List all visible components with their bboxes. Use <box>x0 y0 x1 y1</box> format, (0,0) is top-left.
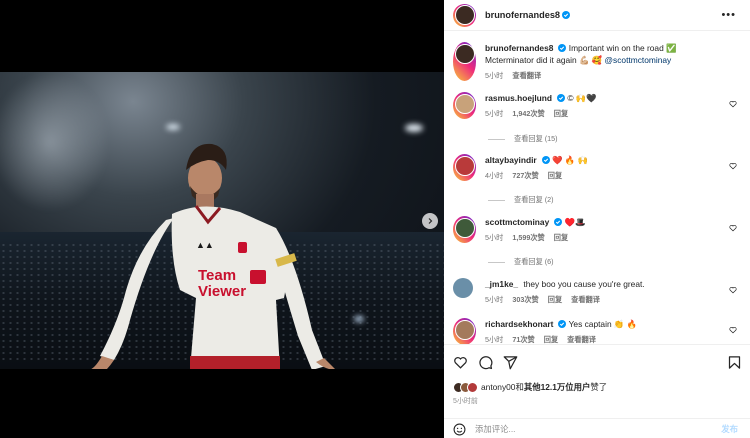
avatar[interactable] <box>454 319 475 340</box>
view-replies-toggle[interactable]: 查看回复 (2) <box>488 195 554 205</box>
view-replies-toggle[interactable]: 查看回复 (15) <box>488 134 558 144</box>
emoji-icon[interactable] <box>453 423 466 436</box>
avatar[interactable] <box>453 278 473 298</box>
post-caption: brunofernandes8 Important win on the roa… <box>453 42 743 81</box>
see-translation-link[interactable]: 查看翻译 <box>567 335 596 344</box>
reply-button[interactable]: 回复 <box>554 233 568 242</box>
comment-item: rasmus.hoejlund © 🙌🖤 5小时 1,942次赞 回复 <box>453 92 743 119</box>
player-figure: ▲▲ Team Viewer <box>91 143 335 369</box>
svg-text:Team: Team <box>198 267 236 284</box>
comment-username[interactable]: richardsekhonart <box>485 319 553 329</box>
post-media: ▲▲ Team Viewer <box>0 0 444 438</box>
comment-text: © 🙌🖤 <box>567 93 597 103</box>
comment-text: ♥️🎩 <box>564 217 586 227</box>
add-comment-bar: 发布 <box>444 418 750 438</box>
verified-badge-icon <box>557 94 566 102</box>
bookmark-icon[interactable] <box>727 355 742 370</box>
comment-username[interactable]: scottmctominay <box>485 217 549 227</box>
chevron-right-icon <box>428 218 433 224</box>
comment-username[interactable]: altaybayindir <box>485 155 537 165</box>
reply-line <box>488 138 505 140</box>
comment-icon[interactable] <box>478 355 493 370</box>
comment-item: _jm1ke_ they boo you cause you're great.… <box>453 278 743 305</box>
reply-line <box>488 261 505 263</box>
share-icon[interactable] <box>503 355 518 370</box>
svg-text:▲▲: ▲▲ <box>196 240 214 250</box>
see-translation-link[interactable]: 查看翻译 <box>512 71 541 80</box>
comment-username[interactable]: _jm1ke_ <box>485 279 518 289</box>
post-actions: antony00和其他12.1万位用户赞了 5小时前 发布 <box>444 344 750 438</box>
reply-button[interactable]: 回复 <box>554 109 568 118</box>
stadium-light <box>405 124 423 132</box>
comment-time[interactable]: 5小时 <box>485 109 503 118</box>
more-options-icon[interactable]: ••• <box>721 9 736 21</box>
verified-badge-icon <box>562 11 571 19</box>
avatar-ring[interactable] <box>453 3 476 27</box>
caption-username[interactable]: brunofernandes8 <box>485 43 553 53</box>
like-heart-icon[interactable] <box>453 355 468 370</box>
likes-count[interactable]: 其他12.1万位用户 <box>524 381 591 393</box>
comment-input[interactable] <box>475 424 695 434</box>
view-replies-label: 查看回复 (6) <box>514 257 554 266</box>
view-replies-label: 查看回复 (2) <box>514 195 554 204</box>
reply-line <box>488 199 505 201</box>
comment-item: richardsekhonart Yes captain 👏 🔥 5小时 71次赞… <box>453 318 743 344</box>
likes-prefix[interactable]: antony00和 <box>481 381 524 393</box>
post-time[interactable]: 5小时前 <box>453 396 478 406</box>
comment-like-count[interactable]: 71次赞 <box>512 335 534 344</box>
reply-button[interactable]: 回复 <box>548 295 562 304</box>
comment-like-count[interactable]: 1,599次赞 <box>512 233 544 242</box>
avatar[interactable] <box>454 93 475 114</box>
comment-like-count[interactable]: 727次赞 <box>512 171 538 180</box>
reply-button[interactable]: 回复 <box>544 335 558 344</box>
caption-mention[interactable]: @scottmctominay <box>605 55 672 65</box>
comment-time[interactable]: 5小时 <box>485 295 503 304</box>
comment-username[interactable]: rasmus.hoejlund <box>485 93 552 103</box>
comment-text: ❤️ 🔥 🙌 <box>552 155 588 165</box>
post-button[interactable]: 发布 <box>721 423 738 435</box>
post-side-panel: brunofernandes8 ••• brunofernandes8 Impo… <box>444 0 750 438</box>
caption-time[interactable]: 5小时 <box>485 71 503 80</box>
avatar <box>454 5 475 25</box>
verified-badge-icon <box>558 320 567 328</box>
comments-list[interactable]: brunofernandes8 Important win on the roa… <box>444 32 750 344</box>
heart-icon[interactable] <box>729 224 737 232</box>
comment-text: they boo you cause you're great. <box>523 279 645 289</box>
heart-icon[interactable] <box>729 286 737 294</box>
heart-icon[interactable] <box>729 100 737 108</box>
comment-time[interactable]: 4小时 <box>485 171 503 180</box>
likes-suffix: 赞了 <box>590 382 608 392</box>
heart-icon[interactable] <box>729 162 737 170</box>
verified-badge-icon <box>554 218 563 226</box>
reply-button[interactable]: 回复 <box>548 171 562 180</box>
avatar <box>467 381 478 393</box>
comment-like-count[interactable]: 1,942次赞 <box>512 109 544 118</box>
avatar[interactable] <box>454 217 475 238</box>
next-image-button[interactable] <box>422 213 438 229</box>
svg-text:Viewer: Viewer <box>198 283 246 300</box>
comment-time[interactable]: 5小时 <box>485 335 503 344</box>
likes-summary[interactable]: antony00和 其他12.1万位用户 赞了 <box>453 381 607 393</box>
comment-text: Yes captain 👏 🔥 <box>568 319 638 329</box>
see-translation-link[interactable]: 查看翻译 <box>571 295 600 304</box>
verified-badge-icon <box>541 156 550 164</box>
view-replies-label: 查看回复 (15) <box>514 134 558 143</box>
avatar[interactable] <box>454 43 475 64</box>
comment-like-count[interactable]: 303次赞 <box>512 295 538 304</box>
view-replies-toggle[interactable]: 查看回复 (6) <box>488 257 554 267</box>
verified-badge-icon <box>558 44 567 52</box>
post-photo: ▲▲ Team Viewer <box>0 72 444 369</box>
heart-icon[interactable] <box>729 326 737 334</box>
avatar[interactable] <box>454 155 475 176</box>
post-header: brunofernandes8 ••• <box>444 0 750 31</box>
comment-item: scottmctominay ♥️🎩 5小时 1,599次赞 回复 <box>453 216 743 243</box>
header-username[interactable]: brunofernandes8 <box>485 10 560 20</box>
comment-time[interactable]: 5小时 <box>485 233 503 242</box>
comment-item: altaybayindir ❤️ 🔥 🙌 4小时 727次赞 回复 <box>453 154 743 181</box>
